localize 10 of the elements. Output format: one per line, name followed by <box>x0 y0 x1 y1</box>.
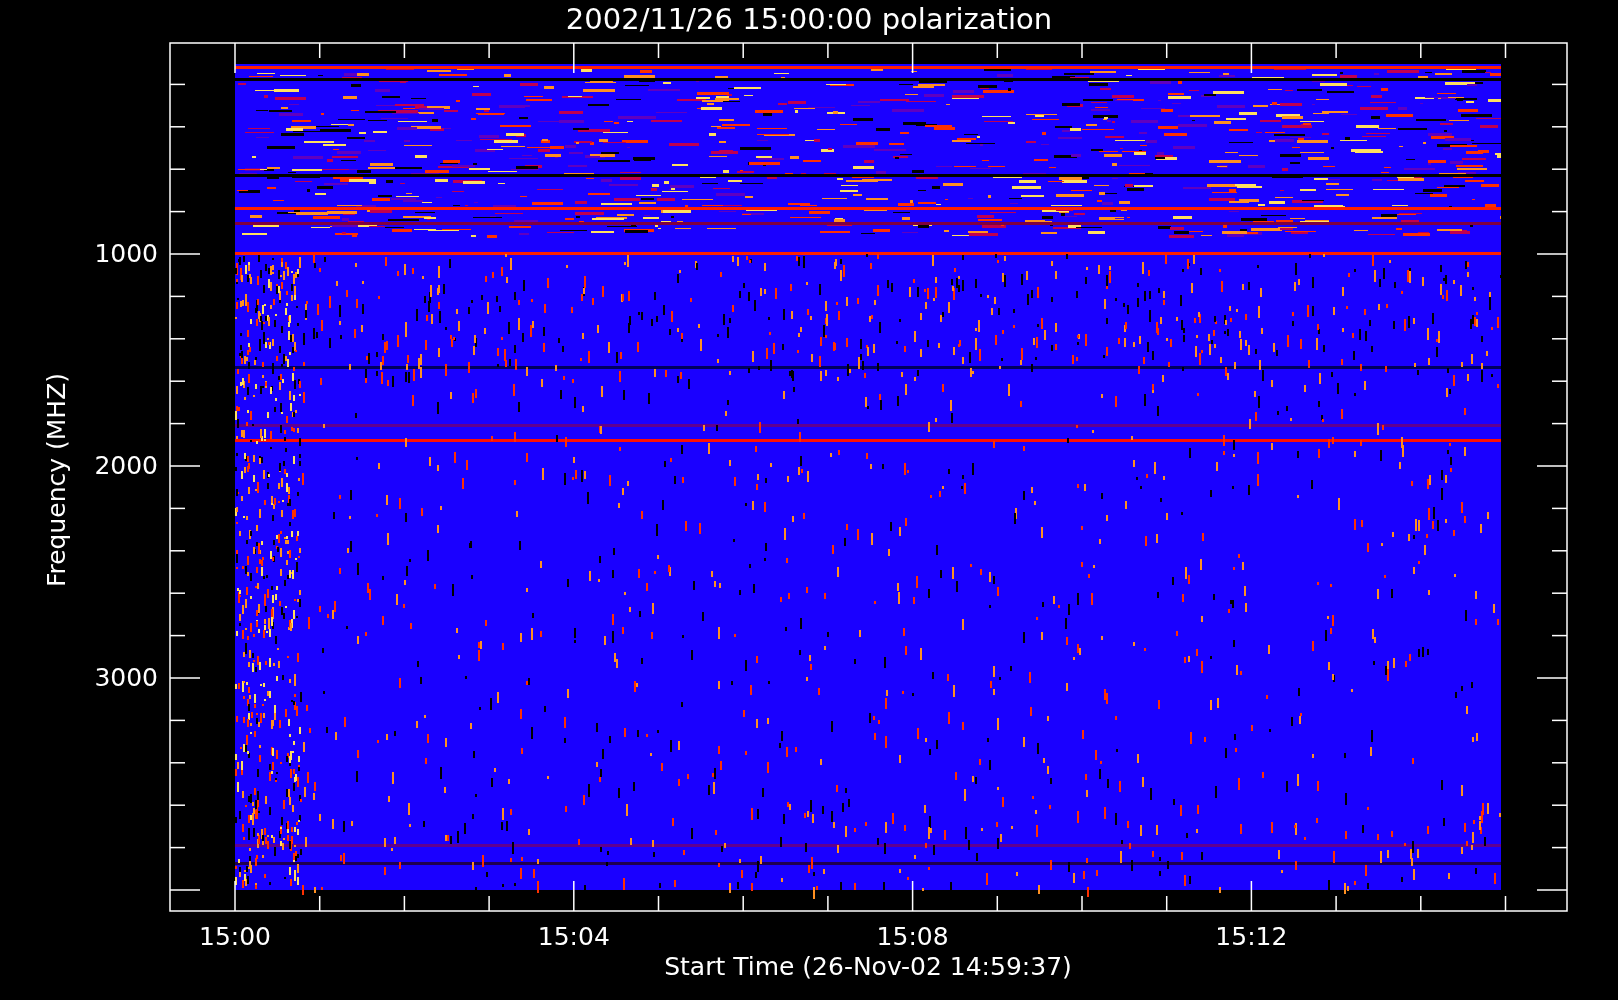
y-tick-label: 2000 <box>94 453 158 478</box>
x-tick-label: 15:04 <box>537 924 610 949</box>
x-tick-label: 15:00 <box>199 924 271 949</box>
x-tick-label: 15:12 <box>1215 924 1288 949</box>
y-tick-label: 3000 <box>94 665 158 690</box>
y-tick-label: 1000 <box>94 241 158 266</box>
x-axis-label: Start Time (26-Nov-02 14:59:37) <box>664 954 1072 979</box>
chart-title: 2002/11/26 15:00:00 polarization <box>565 5 1053 34</box>
x-tick-label: 15:08 <box>876 924 949 949</box>
y-axis-label: Frequency (MHZ) <box>43 372 69 588</box>
